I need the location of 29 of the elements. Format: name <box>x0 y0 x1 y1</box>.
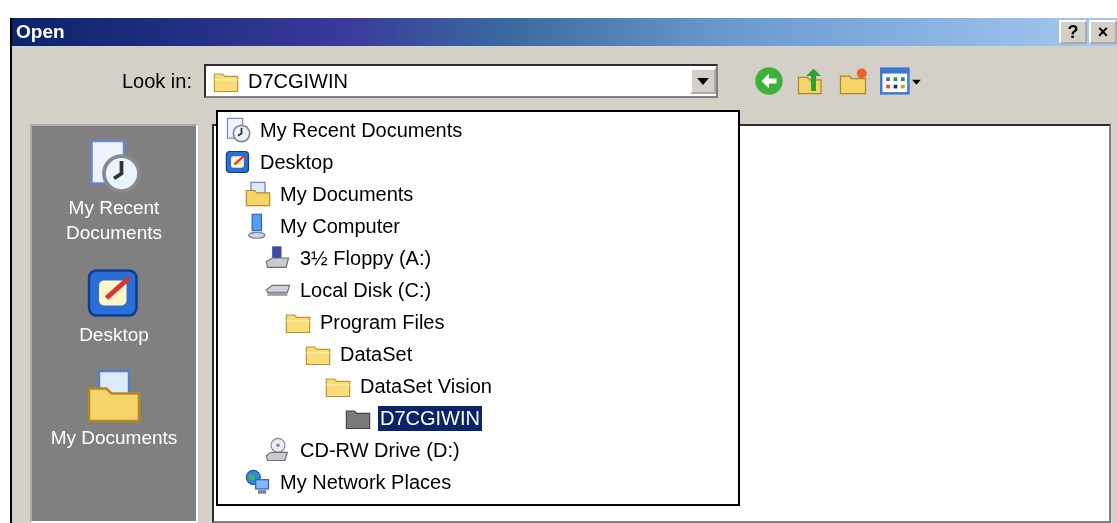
dropdown-button[interactable] <box>690 68 716 94</box>
list-item[interactable]: Local Disk (C:) <box>298 277 434 303</box>
window-title: Open <box>16 21 65 43</box>
look-in-dropdown[interactable]: D7CGIWIN <box>204 64 718 98</box>
places-bar-item[interactable]: My Documents <box>39 366 189 451</box>
list-item[interactable]: D7CGIWIN <box>378 405 482 431</box>
folder-document-icon <box>244 180 272 208</box>
title-bar-button[interactable]: × <box>1089 20 1117 44</box>
list-item[interactable]: CD-RW Drive (D:) <box>298 437 462 463</box>
new-folder-icon[interactable] <box>838 66 868 96</box>
list-item[interactable]: My Recent Documents <box>258 117 465 143</box>
places-bar-item[interactable]: Desktop <box>39 263 189 349</box>
globe-computer-icon <box>244 468 272 496</box>
list-item[interactable]: DataSet <box>338 341 415 367</box>
document-clock-icon <box>224 116 252 144</box>
list-item[interactable]: Desktop <box>258 149 336 175</box>
list-item[interactable]: My Network Places <box>278 469 454 495</box>
places-bar-item[interactable]: My Recent Documents <box>39 136 189 246</box>
look-in-label: Look in: <box>120 69 193 93</box>
view-menu-icon[interactable] <box>880 66 922 96</box>
list-item[interactable]: 3½ Floppy (A:) <box>298 245 434 271</box>
list-item[interactable]: My Documents <box>278 181 416 207</box>
title-bar-button[interactable]: ? <box>1059 20 1087 44</box>
list-item[interactable]: DataSet Vision <box>358 373 494 399</box>
caret-icon <box>697 77 709 85</box>
list-item[interactable]: Program Files <box>318 309 447 335</box>
list-item[interactable]: My Computer <box>278 213 403 239</box>
desktop-icon <box>224 148 252 176</box>
dropdown-value: D7CGIWIN <box>248 69 349 93</box>
